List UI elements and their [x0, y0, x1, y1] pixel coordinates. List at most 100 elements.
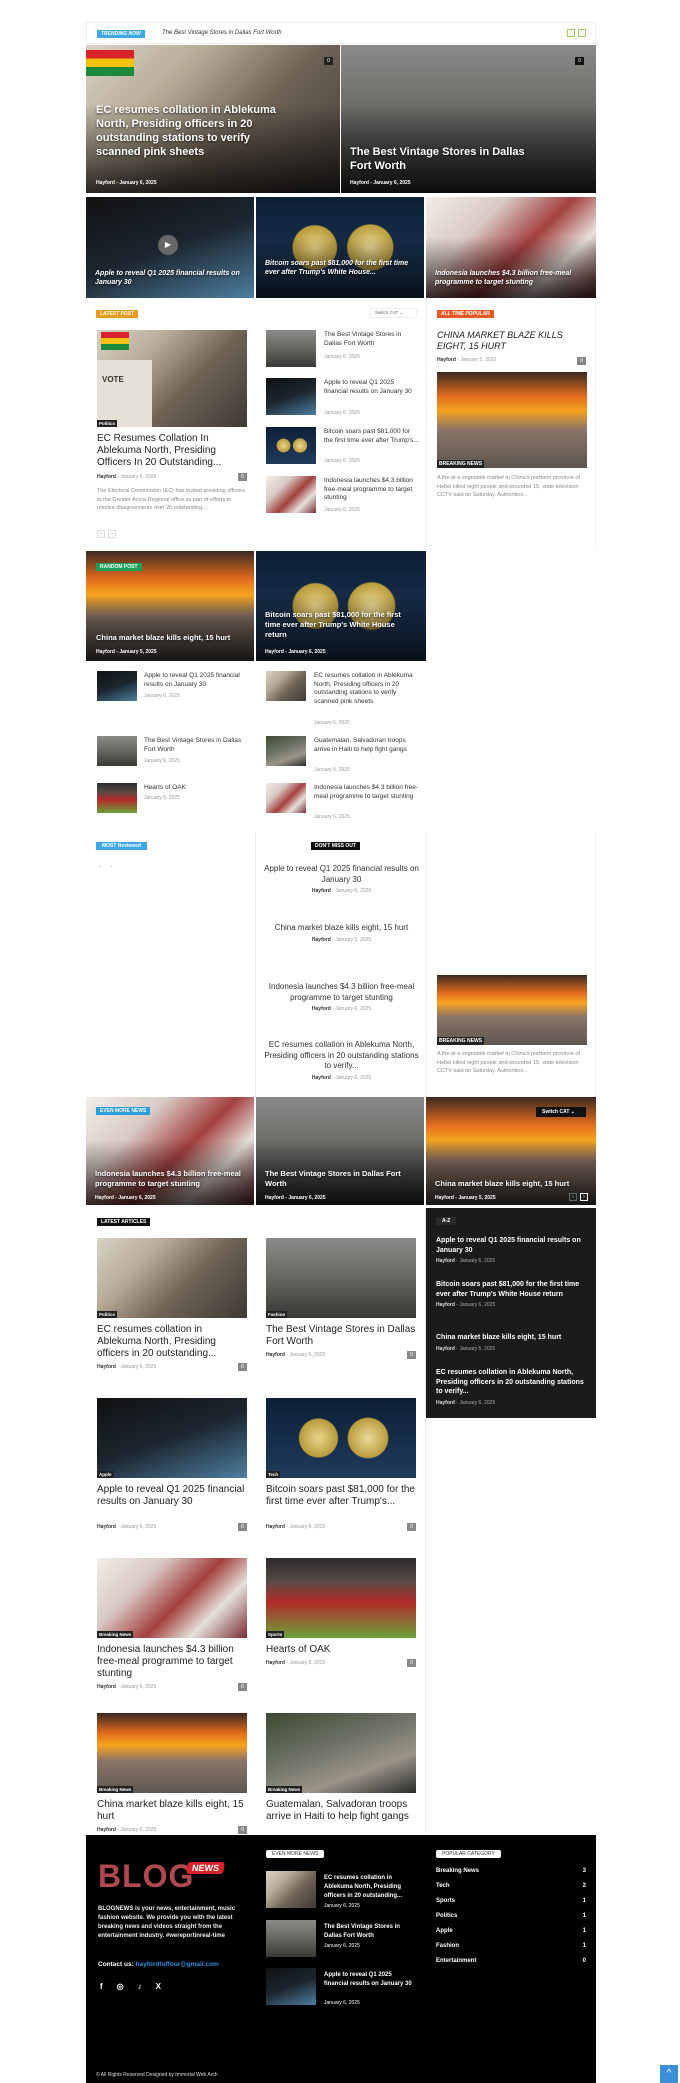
list-thumb[interactable]: [266, 783, 306, 813]
article-image[interactable]: Breaking News: [97, 1713, 247, 1793]
author[interactable]: Hayford: [97, 1524, 116, 1530]
list-title[interactable]: Apple to reveal Q1 2025 financial result…: [144, 672, 249, 689]
category-tag[interactable]: BREAKING NEWS: [437, 460, 485, 468]
trending-prev-button[interactable]: ‹: [567, 29, 575, 37]
comment-count[interactable]: 0: [238, 1683, 247, 1691]
category-name[interactable]: Politics: [436, 1913, 457, 1928]
item-title[interactable]: Indonesia launches $4.3 billion free-mea…: [95, 1169, 245, 1189]
item-title[interactable]: The Best Vintage Stores in Dallas Fort W…: [265, 1169, 415, 1189]
even-more-item[interactable]: EVEN MORE NEWS Indonesia launches $4.3 b…: [86, 1097, 254, 1205]
article-image[interactable]: Politics: [97, 1238, 247, 1318]
author[interactable]: Hayford: [97, 474, 116, 480]
category-name[interactable]: Breaking News: [436, 1868, 479, 1883]
author[interactable]: Hayford: [97, 1364, 116, 1370]
list-thumb[interactable]: [266, 427, 316, 464]
list-title[interactable]: The Best Vintage Stores in Dallas Fort W…: [144, 737, 249, 754]
random-big-fire[interactable]: RANDOM POST China market blaze kills eig…: [86, 551, 254, 661]
tiktok-icon[interactable]: ♪: [138, 1982, 142, 1991]
author[interactable]: Hayford: [265, 649, 284, 655]
footer-news-title[interactable]: EC resumes collation in Ablekuma North, …: [324, 1874, 414, 1901]
category-name[interactable]: Sports: [436, 1898, 455, 1913]
category-name[interactable]: Apple: [436, 1928, 453, 1943]
hero-row-apple[interactable]: ▶ Apple to reveal Q1 2025 financial resu…: [86, 197, 254, 298]
list-title[interactable]: Guatemalan, Salvadoran troops arrive in …: [314, 737, 419, 754]
list-title[interactable]: The Best Vintage Stores in Dallas Fort W…: [324, 331, 419, 348]
author[interactable]: Hayford: [97, 1827, 116, 1833]
list-thumb[interactable]: [266, 378, 316, 415]
author[interactable]: Hayford: [266, 1660, 285, 1666]
category-tag[interactable]: Sports: [266, 1631, 285, 1638]
prev-button[interactable]: ‹: [569, 1193, 577, 1201]
scroll-to-top-button[interactable]: ^: [660, 2065, 678, 2083]
comment-count[interactable]: 0: [407, 1659, 416, 1667]
category-name[interactable]: Fashion: [436, 1943, 459, 1958]
category-item[interactable]: Breaking News 3: [436, 1868, 586, 1883]
footer-thumb[interactable]: [266, 1968, 316, 2005]
comment-count[interactable]: 0: [238, 1826, 247, 1834]
even-more-item[interactable]: The Best Vintage Stores in Dallas Fort W…: [256, 1097, 424, 1205]
hero-title[interactable]: EC resumes collation in Ablekuma North, …: [96, 103, 286, 159]
category-item[interactable]: Apple 1: [436, 1928, 586, 1943]
comment-count[interactable]: 0: [577, 357, 586, 365]
category-item[interactable]: Tech 2: [436, 1883, 586, 1898]
footer-news-title[interactable]: The Best Vintage Stores in Dallas Fort W…: [324, 1923, 414, 1941]
latest-main-title[interactable]: EC Resumes Collation In Ablekuma North, …: [97, 433, 247, 469]
article-image[interactable]: Apple: [97, 1398, 247, 1478]
hero-article-vintage[interactable]: 0 The Best Vintage Stores in Dallas Fort…: [341, 45, 596, 193]
switch-cat-dropdown[interactable]: Switch CAT ⌄: [369, 308, 417, 318]
list-title[interactable]: EC resumes collation in Ablekuma North, …: [314, 672, 419, 706]
list-thumb[interactable]: [266, 671, 306, 701]
category-tag[interactable]: Tech: [266, 1471, 281, 1478]
item-title[interactable]: Indonesia launches $4.3 billion free-mea…: [264, 982, 419, 1003]
hero-row-indonesia[interactable]: Indonesia launches $4.3 billion free-mea…: [426, 197, 596, 298]
trending-next-button[interactable]: ›: [578, 29, 586, 37]
even-more-item[interactable]: Switch CAT ⌄ China market blaze kills ei…: [426, 1097, 596, 1205]
list-thumb[interactable]: [97, 671, 137, 701]
random-big-title[interactable]: Bitcoin soars past $81,000 for the first…: [265, 610, 415, 640]
list-thumb[interactable]: [266, 736, 306, 766]
random-big-bitcoin[interactable]: Bitcoin soars past $81,000 for the first…: [256, 551, 426, 661]
random-big-title[interactable]: China market blaze kills eight, 15 hurt: [96, 633, 246, 642]
comment-count[interactable]: 0: [407, 1351, 416, 1359]
prev-button[interactable]: ‹: [96, 864, 104, 872]
item-title[interactable]: Apple to reveal Q1 2025 financial result…: [264, 864, 419, 885]
comment-count[interactable]: 0: [407, 1523, 416, 1531]
az-item[interactable]: China market blaze kills eight, 15 hurt …: [436, 1333, 591, 1352]
logo-text[interactable]: BLOG: [98, 1858, 194, 1895]
list-title[interactable]: Indonesia launches $4.3 billion free-mea…: [314, 784, 419, 801]
comment-count[interactable]: 0: [238, 1363, 247, 1371]
category-tag[interactable]: Politics: [97, 420, 118, 427]
hero-row-title[interactable]: Apple to reveal Q1 2025 financial result…: [95, 269, 245, 287]
article-title[interactable]: Hearts of OAK: [266, 1644, 416, 1656]
category-tag[interactable]: Breaking News: [266, 1786, 303, 1793]
category-item[interactable]: Politics 1: [436, 1913, 586, 1928]
play-icon[interactable]: ▶: [158, 235, 178, 255]
item-title[interactable]: EC resumes collation in Ablekuma North, …: [264, 1040, 419, 1072]
article-image[interactable]: Tech: [266, 1398, 416, 1478]
list-title[interactable]: Bitcoin soars past $81,000 for the first…: [324, 428, 419, 445]
article-image[interactable]: Breaking News: [97, 1558, 247, 1638]
category-tag[interactable]: BREAKING NEWS: [437, 1037, 485, 1045]
author[interactable]: Hayford: [266, 1524, 285, 1530]
dont-miss-item[interactable]: Apple to reveal Q1 2025 financial result…: [264, 864, 419, 894]
article-title[interactable]: Guatemalan, Salvadoran troops arrive in …: [266, 1799, 416, 1823]
dont-miss-item[interactable]: EC resumes collation in Ablekuma North, …: [264, 1040, 419, 1081]
article-image[interactable]: Fashion: [266, 1238, 416, 1318]
sidebar-breaking-image[interactable]: BREAKING NEWS: [437, 975, 587, 1045]
author[interactable]: Hayford: [266, 1352, 285, 1358]
category-name[interactable]: Entertainment: [436, 1958, 476, 1973]
item-title[interactable]: China market blaze kills eight, 15 hurt: [435, 1179, 590, 1188]
item-title[interactable]: China market blaze kills eight, 15 hurt: [264, 923, 419, 934]
popular-title[interactable]: CHINA MARKET BLAZE KILLS EIGHT, 15 HURT: [437, 330, 587, 352]
hero-row-bitcoin[interactable]: Bitcoin soars past $81,000 for the first…: [256, 197, 424, 298]
latest-main-image[interactable]: VOTE Politics: [97, 330, 247, 427]
next-button[interactable]: ›: [580, 1193, 588, 1201]
article-title[interactable]: Apple to reveal Q1 2025 financial result…: [97, 1484, 247, 1508]
list-thumb[interactable]: [266, 476, 316, 513]
article-image[interactable]: Sports: [266, 1558, 416, 1638]
category-tag[interactable]: Apple: [97, 1471, 114, 1478]
comment-count[interactable]: 0: [238, 473, 247, 481]
hero-title[interactable]: The Best Vintage Stores in Dallas Fort W…: [350, 145, 530, 173]
author[interactable]: Hayford: [350, 180, 369, 186]
article-title[interactable]: Indonesia launches $4.3 billion free-mea…: [97, 1644, 247, 1680]
